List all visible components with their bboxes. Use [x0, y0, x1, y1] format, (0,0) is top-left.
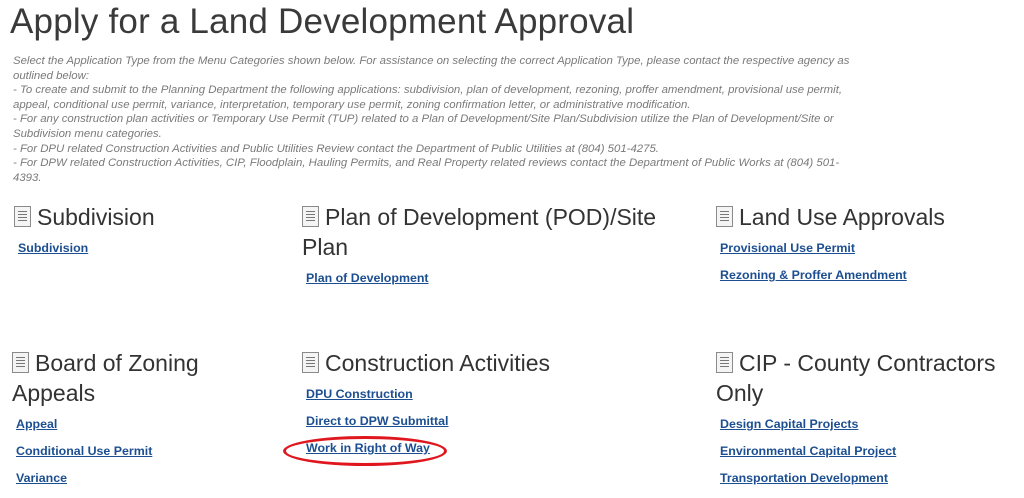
page-title: Apply for a Land Development Approval: [10, 2, 635, 41]
category-land-use-approvals: Land Use Approvals Provisional Use Permi…: [716, 202, 1016, 295]
category-title: Land Use Approvals: [739, 204, 945, 230]
category-title: CIP - County Contractors Only: [716, 350, 996, 406]
highlight-oval: [283, 436, 447, 466]
category-cip-county-contractors: CIP - County Contractors Only Design Cap…: [716, 348, 1016, 498]
link-variance[interactable]: Variance: [16, 471, 252, 485]
link-conditional-use-permit[interactable]: Conditional Use Permit: [16, 444, 252, 458]
document-icon: [302, 352, 319, 373]
instructions-planning: - To create and submit to the Planning D…: [13, 84, 843, 111]
category-heading: Plan of Development (POD)/Site Plan: [302, 202, 692, 262]
instructions-intro: Select the Application Type from the Men…: [13, 55, 850, 82]
document-icon: [716, 206, 733, 227]
instructions-construction: - For any construction plan activities o…: [13, 113, 834, 140]
link-appeal[interactable]: Appeal: [16, 417, 252, 431]
category-heading: Land Use Approvals: [716, 202, 1016, 232]
category-heading: Board of Zoning Appeals: [12, 348, 252, 408]
category-links: Provisional Use Permit Rezoning & Proffe…: [716, 241, 1016, 282]
category-board-of-zoning-appeals: Board of Zoning Appeals Appeal Condition…: [12, 348, 252, 498]
link-subdivision[interactable]: Subdivision: [18, 241, 284, 255]
category-plan-of-development: Plan of Development (POD)/Site Plan Plan…: [302, 202, 692, 298]
link-environmental-capital-project[interactable]: Environmental Capital Project: [720, 444, 1016, 458]
category-title: Plan of Development (POD)/Site Plan: [302, 204, 657, 260]
link-dpu-construction[interactable]: DPU Construction: [306, 387, 692, 401]
link-provisional-use-permit[interactable]: Provisional Use Permit: [720, 241, 1016, 255]
category-subdivision: Subdivision Subdivision: [14, 202, 284, 268]
category-heading: Construction Activities: [302, 348, 692, 378]
link-rezoning-proffer-amendment[interactable]: Rezoning & Proffer Amendment: [720, 268, 1016, 282]
category-links: Subdivision: [14, 241, 284, 255]
instructions-dpu: - For DPU related Construction Activitie…: [13, 142, 659, 155]
document-icon: [716, 352, 733, 373]
category-links: Plan of Development: [302, 271, 692, 285]
category-heading: Subdivision: [14, 202, 284, 232]
document-icon: [302, 206, 319, 227]
link-design-capital-projects[interactable]: Design Capital Projects: [720, 417, 1016, 431]
category-title: Construction Activities: [325, 350, 550, 376]
instructions: Select the Application Type from the Men…: [13, 54, 863, 185]
category-title: Board of Zoning Appeals: [12, 350, 199, 406]
instructions-dpw: - For DPW related Construction Activitie…: [13, 157, 840, 184]
link-direct-to-dpw-submittal[interactable]: Direct to DPW Submittal: [306, 414, 692, 428]
link-plan-of-development[interactable]: Plan of Development: [306, 271, 692, 285]
category-links: Design Capital Projects Environmental Ca…: [716, 417, 1016, 485]
document-icon: [14, 206, 31, 227]
category-links: Appeal Conditional Use Permit Variance: [12, 417, 252, 485]
link-transportation-development[interactable]: Transportation Development: [720, 471, 1016, 485]
category-title: Subdivision: [37, 204, 155, 230]
category-heading: CIP - County Contractors Only: [716, 348, 1016, 408]
document-icon: [12, 352, 29, 373]
